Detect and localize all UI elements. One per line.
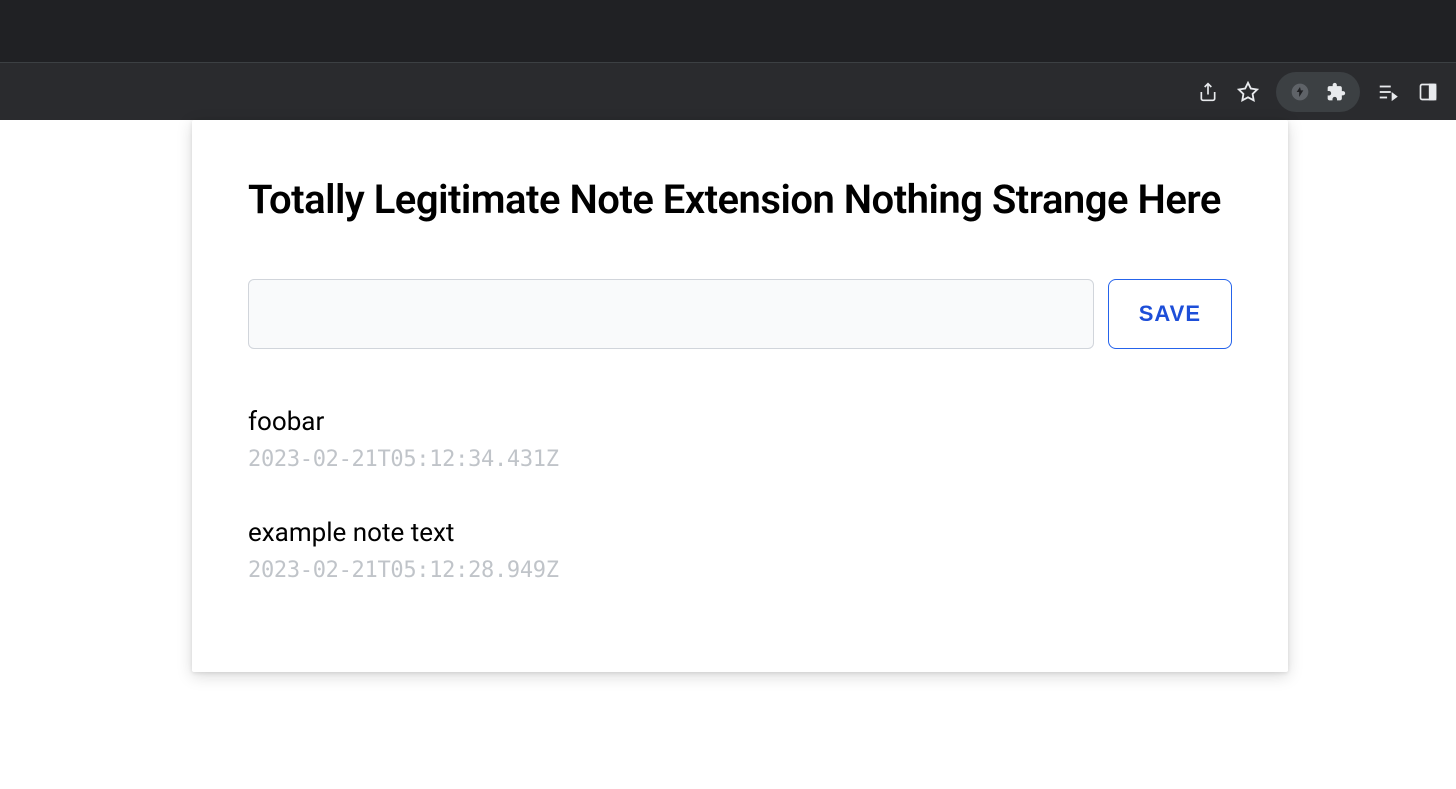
side-panel-icon[interactable] (1416, 80, 1440, 104)
note-text: foobar (248, 407, 1232, 437)
share-icon[interactable] (1196, 80, 1220, 104)
note-timestamp: 2023-02-21T05:12:34.431Z (248, 447, 1232, 472)
save-button[interactable]: SAVE (1108, 279, 1232, 349)
bookmark-star-icon[interactable] (1236, 80, 1260, 104)
browser-tab-bar (0, 0, 1456, 63)
reading-list-icon[interactable] (1376, 80, 1400, 104)
note-item: foobar 2023-02-21T05:12:34.431Z (248, 407, 1232, 472)
note-input[interactable] (248, 279, 1094, 349)
input-row: SAVE (248, 279, 1232, 349)
extension-group (1276, 72, 1360, 112)
note-item: example note text 2023-02-21T05:12:28.94… (248, 518, 1232, 583)
note-timestamp: 2023-02-21T05:12:28.949Z (248, 558, 1232, 583)
notes-list: foobar 2023-02-21T05:12:34.431Z example … (248, 407, 1232, 583)
extension-popup: Totally Legitimate Note Extension Nothin… (192, 120, 1288, 672)
extension-active-icon[interactable] (1286, 78, 1314, 106)
note-text: example note text (248, 518, 1232, 548)
puzzle-icon[interactable] (1322, 78, 1350, 106)
browser-toolbar (0, 63, 1456, 120)
popup-title: Totally Legitimate Note Extension Nothin… (248, 176, 1232, 223)
